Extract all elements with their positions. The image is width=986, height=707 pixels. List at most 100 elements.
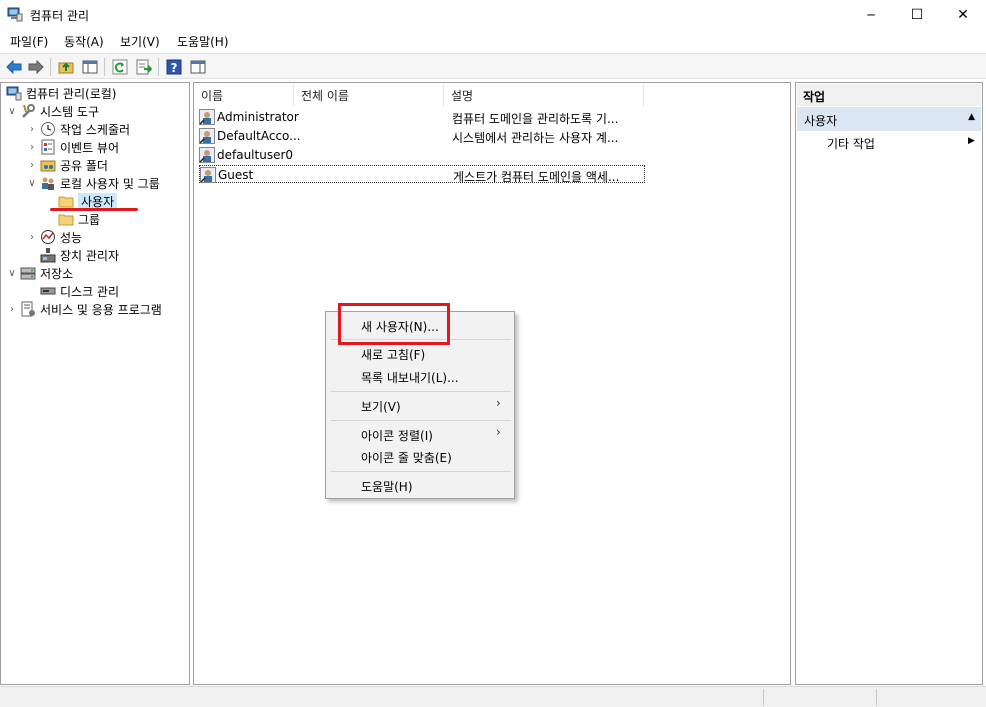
help-button[interactable]: ?: [164, 57, 184, 76]
context-menu-view[interactable]: 보기(V): [361, 398, 401, 415]
table-row[interactable]: Guest 게스트가 컴퓨터 도메인을 액세...: [199, 165, 645, 184]
computer-management-icon: [7, 7, 23, 22]
column-header-full-name[interactable]: 전체 이름: [294, 84, 444, 106]
chevron-right-icon[interactable]: ›: [6, 304, 18, 315]
tree-item-local-users-groups[interactable]: ∨ 로컬 사용자 및 그룹: [26, 174, 160, 192]
context-menu-refresh[interactable]: 새로 고침(F): [361, 346, 425, 363]
table-row[interactable]: Administrator 컴퓨터 도메인을 관리하도록 기...: [199, 108, 645, 126]
tree-item-disk-management[interactable]: 디스크 관리: [26, 282, 119, 300]
forward-button[interactable]: [26, 57, 46, 76]
up-folder-icon: [58, 62, 74, 73]
column-header-description[interactable]: 설명: [444, 84, 644, 106]
chevron-down-icon[interactable]: ∨: [6, 106, 18, 117]
tree-item-device-manager[interactable]: 장치 관리자: [26, 246, 119, 264]
tree-item-label: 저장소: [40, 266, 74, 281]
annotation-highlight-box: [338, 303, 450, 345]
chevron-right-icon[interactable]: ›: [26, 160, 38, 171]
row-description: 게스트가 컴퓨터 도메인을 액세...: [453, 170, 620, 184]
title-bar: 컴퓨터 관리 ─ ☐ ✕: [0, 0, 986, 30]
chevron-right-icon[interactable]: ›: [26, 124, 38, 135]
row-name: DefaultAcco...: [217, 129, 301, 143]
submenu-arrow-icon: ›: [496, 396, 501, 410]
folder-icon: [58, 196, 74, 208]
actions-section-label: 사용자: [804, 114, 838, 128]
tree-item-system-tools[interactable]: ∨ 시스템 도구: [6, 102, 99, 120]
menu-action[interactable]: 동작(A): [62, 33, 106, 50]
collapse-up-icon[interactable]: ▲: [968, 112, 975, 122]
context-menu-help[interactable]: 도움말(H): [361, 478, 413, 495]
menu-view[interactable]: 보기(V): [118, 33, 162, 50]
actions-section-users[interactable]: 사용자 ▲: [797, 107, 981, 131]
action-pane-icon: [190, 60, 206, 73]
chevron-right-icon[interactable]: ›: [26, 142, 38, 153]
tree-item-label: 로컬 사용자 및 그룹: [60, 176, 160, 191]
user-icon: [199, 128, 215, 144]
chevron-down-icon[interactable]: ∨: [6, 268, 18, 279]
refresh-button[interactable]: [110, 57, 130, 76]
computer-management-icon: [6, 86, 22, 101]
tree-item-event-viewer[interactable]: › 이벤트 뷰어: [26, 138, 119, 156]
tree-item-label: 서비스 및 응용 프로그램: [40, 302, 162, 317]
submenu-arrow-icon: ›: [496, 425, 501, 439]
maximize-button[interactable]: ☐: [894, 0, 940, 30]
column-header-name[interactable]: 이름: [194, 84, 294, 106]
tree-item-label: 공유 폴더: [60, 158, 108, 173]
menu-file[interactable]: 파일(F): [8, 33, 50, 50]
close-icon: ✕: [957, 7, 969, 23]
tree-item-task-scheduler[interactable]: › 작업 스케줄러: [26, 120, 130, 138]
actions-pane: 작업 사용자 ▲ 기타 작업 ▶: [795, 82, 983, 685]
user-icon: [199, 147, 215, 163]
row-name: Administrator: [217, 110, 299, 124]
svg-text:?: ?: [171, 61, 178, 75]
menu-help[interactable]: 도움말(H): [175, 33, 231, 50]
up-folder-button[interactable]: [56, 57, 76, 76]
export-list-button[interactable]: [134, 57, 154, 76]
tree-item-performance[interactable]: › 성능: [26, 228, 82, 246]
tree-item-groups[interactable]: 그룹: [44, 210, 100, 228]
folder-icon: [58, 214, 74, 226]
menu-bar: 파일(F) 동작(A) 보기(V) 도움말(H): [0, 30, 986, 52]
tree-item-label: 시스템 도구: [40, 104, 100, 119]
services-icon: [21, 301, 35, 317]
show-hide-action-pane-button[interactable]: [188, 57, 208, 76]
tree-item-label: 이벤트 뷰어: [60, 140, 120, 155]
close-button[interactable]: ✕: [940, 0, 986, 30]
tree-item-label: 디스크 관리: [60, 284, 120, 299]
context-menu-export-list[interactable]: 목록 내보내기(L)...: [361, 369, 459, 386]
tree-item-services-applications[interactable]: › 서비스 및 응용 프로그램: [6, 300, 162, 318]
tree-item-label: 작업 스케줄러: [60, 122, 131, 137]
context-menu-arrange-icons[interactable]: 아이콘 정렬(I): [361, 427, 433, 444]
forward-arrow-icon: [28, 59, 44, 74]
storage-icon: [20, 267, 36, 280]
chevron-right-icon[interactable]: ›: [26, 232, 38, 243]
help-icon: ?: [166, 59, 182, 75]
toolbar: ?: [0, 53, 986, 79]
shared-folder-icon: [40, 160, 56, 172]
user-icon: [200, 167, 216, 183]
more-actions-item[interactable]: 기타 작업: [827, 135, 875, 152]
table-row[interactable]: defaultuser0: [199, 146, 645, 164]
back-button[interactable]: [4, 57, 24, 76]
performance-icon: [41, 230, 55, 244]
row-description: 시스템에서 관리하는 사용자 계...: [452, 131, 619, 145]
minimize-icon: ─: [867, 8, 875, 22]
tree-item-shared-folders[interactable]: › 공유 폴더: [26, 156, 108, 174]
row-description: 컴퓨터 도메인을 관리하도록 기...: [452, 112, 619, 126]
tools-icon: [22, 104, 35, 118]
tree-item-label: 성능: [60, 230, 83, 245]
context-menu-line-up-icons[interactable]: 아이콘 줄 맞춤(E): [361, 449, 452, 466]
event-viewer-icon: [41, 139, 55, 155]
console-tree-icon: [82, 60, 98, 73]
show-hide-tree-button[interactable]: [80, 57, 100, 76]
table-row[interactable]: DefaultAcco... 시스템에서 관리하는 사용자 계...: [199, 127, 645, 145]
tree-item-computer-management[interactable]: 컴퓨터 관리(로컬): [4, 84, 116, 102]
minimize-button[interactable]: ─: [848, 0, 894, 30]
clock-icon: [41, 122, 55, 136]
maximize-icon: ☐: [910, 7, 924, 23]
submenu-arrow-icon: ▶: [968, 136, 975, 146]
back-arrow-icon: [6, 59, 22, 74]
chevron-down-icon[interactable]: ∨: [26, 178, 38, 189]
device-manager-icon: [40, 248, 56, 263]
tree-item-storage[interactable]: ∨ 저장소: [6, 264, 73, 282]
tree-item-label: 그룹: [78, 212, 101, 227]
